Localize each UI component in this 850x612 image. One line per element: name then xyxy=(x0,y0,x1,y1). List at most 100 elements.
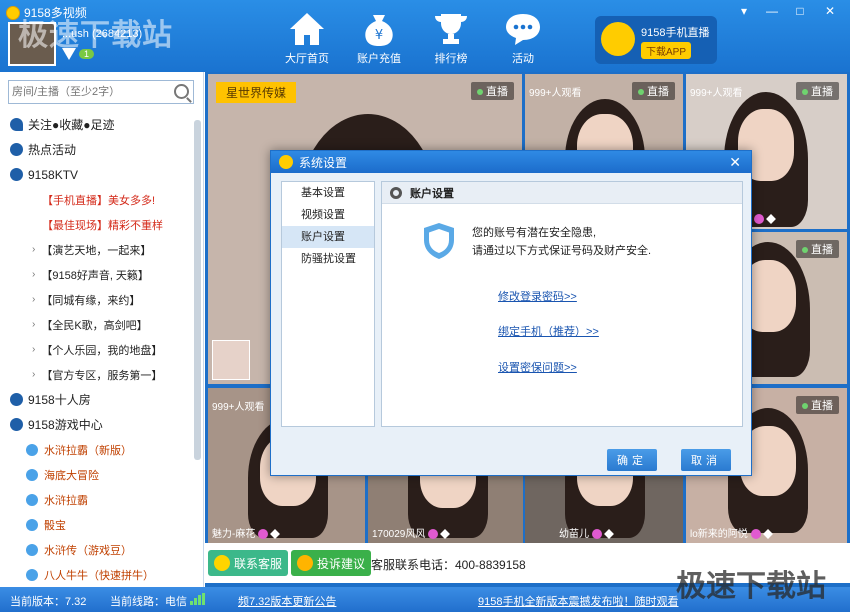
nav-activity[interactable]: 活动 xyxy=(498,10,548,66)
watermark-top: 极速下载站 xyxy=(18,19,173,52)
security-question-link[interactable]: 设置密保问题>> xyxy=(498,359,577,375)
sidebar-item[interactable]: › 【全民K歌，高剑吧】 xyxy=(0,312,194,337)
menu-dropdown-icon[interactable]: ▾ xyxy=(736,4,752,18)
gender-icon xyxy=(258,529,269,540)
settings-tab-basic[interactable]: 基本设置 xyxy=(282,182,374,204)
contact-service-label: 联系客服 xyxy=(234,556,283,571)
sidebar-item[interactable]: › 【官方专区，服务第一】 xyxy=(0,362,194,387)
account-settings-panel: 账户设置 您的账号有潜在安全隐患, 请通过以下方式保证号码及财产安全. 修改登录… xyxy=(381,181,743,427)
sidebar-item[interactable]: 9158KTV xyxy=(0,162,194,187)
close-icon[interactable]: ✕ xyxy=(822,4,838,18)
sidebar-item[interactable]: 【手机直播】美女多多! xyxy=(0,187,194,212)
download-app-button[interactable]: 下载APP xyxy=(641,42,692,59)
live-badge: 直播 xyxy=(471,82,514,100)
live-badge: 直播 xyxy=(632,82,675,100)
sidebar-item[interactable]: 水浒拉霸 xyxy=(0,487,194,512)
mobile-app-promo[interactable]: 9158手机直播 下载APP xyxy=(595,16,717,64)
change-password-link[interactable]: 修改登录密码>> xyxy=(498,288,577,304)
game-icon xyxy=(26,543,38,556)
heart-icon xyxy=(10,118,23,131)
nav-recharge[interactable]: ¥ 账户充值 xyxy=(354,10,404,66)
diamond-icon xyxy=(766,214,776,225)
sidebar-item-label: 【最佳现场】精彩不重样 xyxy=(42,219,163,232)
security-warning-line1: 您的账号有潜在安全隐患, xyxy=(472,227,597,239)
settings-tab-account[interactable]: 账户设置 xyxy=(282,226,374,248)
hot-icon xyxy=(10,143,23,156)
sidebar-item[interactable]: › 【9158好声音, 天籁】 xyxy=(0,262,194,287)
nav-recharge-label: 账户充值 xyxy=(357,53,401,65)
game-icon xyxy=(26,468,38,481)
sidebar-item[interactable]: 9158十人房 xyxy=(0,387,194,412)
sidebar-item[interactable]: 八人牛牛（快速拼牛） xyxy=(0,562,194,587)
sidebar-menu: 关注●收藏●足迹 热点活动 9158KTV 【手机直播】美女多多! 【最佳现场】精彩不重… xyxy=(0,112,194,587)
sidebar-item[interactable]: › 【同城有缘，来约】 xyxy=(0,287,194,312)
sidebar-scrollbar[interactable] xyxy=(194,120,201,460)
cancel-button[interactable]: 取消 xyxy=(681,449,731,471)
nav-ranking[interactable]: 排行榜 xyxy=(426,10,476,66)
sidebar-item[interactable]: 水浒传（游戏豆） xyxy=(0,537,194,562)
sidebar-item[interactable]: 热点活动 xyxy=(0,137,194,162)
sidebar-item-label: 9158KTV xyxy=(28,167,79,182)
sad-face-icon xyxy=(297,555,313,571)
search-input[interactable] xyxy=(9,81,169,103)
security-warning-line2: 请通过以下方式保证号码及财产安全. xyxy=(472,245,652,257)
game-icon xyxy=(26,568,38,581)
chevron-right-icon: › xyxy=(32,244,36,255)
marquee-link[interactable]: 9158手机全新版本震撼发布啦！随时观看 xyxy=(478,593,678,609)
game-icon xyxy=(26,443,38,456)
header-bar: 9158多视频 ...ush (2684213) 1 极速下载站 大厅首页 ¥ … xyxy=(0,0,850,72)
nav-ranking-label: 排行榜 xyxy=(434,53,468,65)
sidebar-item-label: 【演艺天地，一起来】 xyxy=(41,244,152,257)
sidebar-item[interactable]: 骰宝 xyxy=(0,512,194,537)
streamer-name: 魅力-麻花 xyxy=(212,525,281,540)
nav-home[interactable]: 大厅首页 xyxy=(282,10,332,66)
gender-icon xyxy=(750,529,761,540)
money-bag-icon: ¥ xyxy=(359,10,399,48)
dialog-close-icon[interactable]: ✕ xyxy=(729,154,741,171)
sidebar-item-label: 【个人乐园，我的地盘】 xyxy=(41,344,163,357)
streamer-thumbnail[interactable] xyxy=(212,340,250,380)
top-nav: 大厅首页 ¥ 账户充值 排行榜 活动 xyxy=(282,10,548,66)
dialog-title: 系统设置 xyxy=(299,155,348,170)
sidebar-item-label: 【9158好声音, 天籁】 xyxy=(41,269,149,282)
minimize-icon[interactable]: — xyxy=(764,4,780,18)
sidebar-item-label: 【同城有缘，来约】 xyxy=(41,294,141,307)
sidebar-item[interactable]: 水浒拉霸（新版） xyxy=(0,437,194,462)
chevron-right-icon: › xyxy=(32,294,36,305)
settings-tab-anti-harass[interactable]: 防骚扰设置 xyxy=(282,248,374,270)
sidebar: 关注●收藏●足迹热点活动 9158KTV 【手机直播】美女多多! 【最佳现场】精彩不重… xyxy=(0,72,204,587)
sidebar-item[interactable]: 【最佳现场】精彩不重样 xyxy=(0,212,194,237)
diamond-icon xyxy=(270,529,281,540)
complaint-button[interactable]: 投诉建议 xyxy=(291,550,372,576)
contact-service-button[interactable]: 联系客服 xyxy=(208,550,289,576)
settings-tab-video[interactable]: 视频设置 xyxy=(282,204,374,226)
search-icon[interactable] xyxy=(174,84,189,99)
streamer-name: 170029风风 xyxy=(372,525,451,540)
update-notice-link[interactable]: 频7.32版本更新公告 xyxy=(238,593,336,609)
shield-icon xyxy=(424,223,454,259)
sidebar-item-label: 关注●收藏●足迹 xyxy=(28,118,115,132)
maximize-icon[interactable]: □ xyxy=(792,4,808,18)
viewer-count: 999+人观看 xyxy=(529,88,582,99)
house-icon xyxy=(10,393,23,406)
sidebar-item-label: 9158十人房 xyxy=(28,393,91,407)
sidebar-item[interactable]: 关注●收藏●足迹 xyxy=(0,112,194,137)
bind-phone-link[interactable]: 绑定手机（推荐）>> xyxy=(498,323,599,339)
home-icon xyxy=(287,10,327,48)
mic-icon xyxy=(10,168,23,181)
smile-icon xyxy=(214,555,230,571)
sidebar-item[interactable]: 海底大冒险 xyxy=(0,462,194,487)
sidebar-item[interactable]: 9158游戏中心 xyxy=(0,412,194,437)
sidebar-item-label: 热点活动 xyxy=(28,143,77,157)
ok-button[interactable]: 确定 xyxy=(607,449,657,471)
gear-icon xyxy=(390,186,402,199)
sidebar-item[interactable]: › 【个人乐园，我的地盘】 xyxy=(0,337,194,362)
diamond-icon xyxy=(440,529,451,540)
tile-badges xyxy=(751,214,776,225)
sidebar-item[interactable]: › 【演艺天地，一起来】 xyxy=(0,237,194,262)
gender-icon xyxy=(754,214,764,225)
live-badge: 直播 xyxy=(796,396,839,414)
gender-icon xyxy=(428,529,439,540)
dialog-title-bar[interactable]: 系统设置 ✕ xyxy=(271,151,751,173)
settings-menu: 基本设置 视频设置 账户设置 防骚扰设置 xyxy=(281,181,375,427)
